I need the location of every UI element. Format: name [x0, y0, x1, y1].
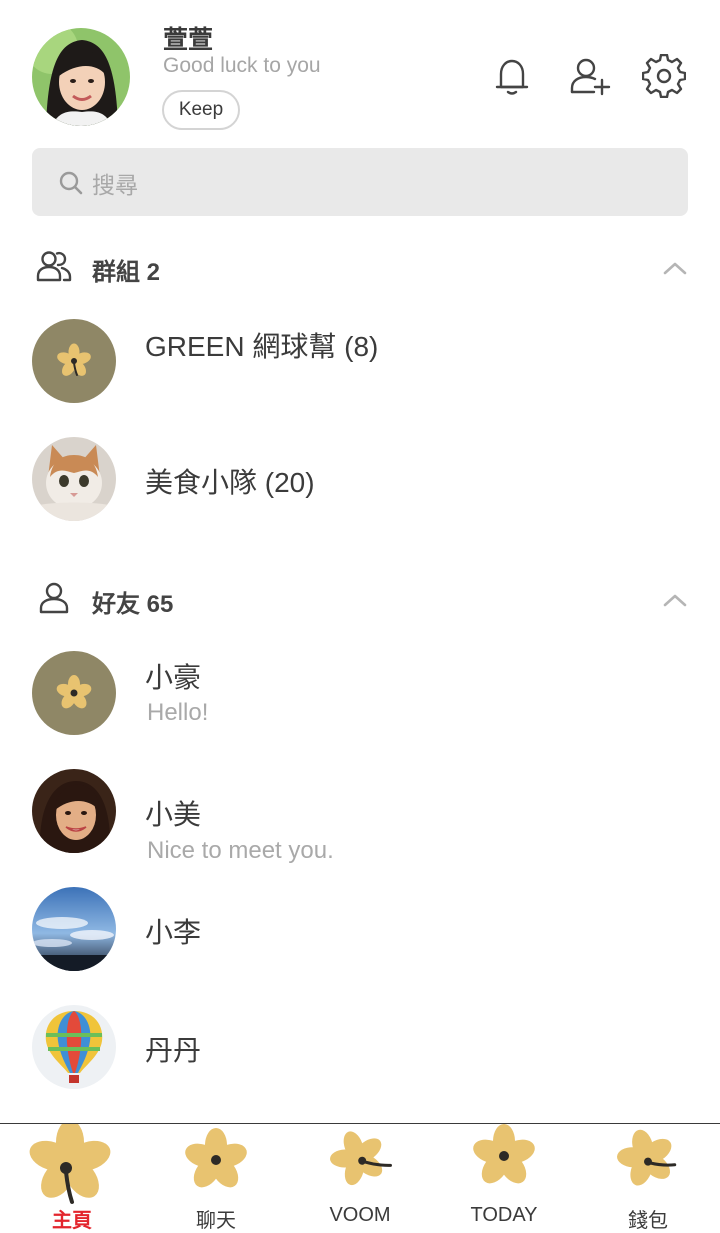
friend-name[interactable]: 小李: [145, 911, 201, 951]
friends-section-title: 好友 65: [92, 591, 174, 618]
friend-name[interactable]: 小美: [145, 793, 201, 833]
nav-label-home: 主頁: [52, 1210, 92, 1232]
friend-avatar-sky[interactable]: [32, 887, 116, 971]
friends-collapse-chevron-icon[interactable]: [662, 592, 688, 608]
nav-tab-home[interactable]: 主頁: [0, 1124, 144, 1232]
search-placeholder[interactable]: 搜尋: [92, 166, 138, 200]
profile-name[interactable]: 萱萱: [163, 20, 213, 56]
flower-chat-icon: [185, 1128, 247, 1188]
keep-button[interactable]: Keep: [162, 90, 240, 130]
friend-name[interactable]: 丹丹: [145, 1029, 201, 1069]
bell-icon[interactable]: [490, 54, 534, 98]
friend-status-message: Nice to meet you.: [147, 837, 334, 864]
friend-avatar-balloon[interactable]: [32, 1005, 116, 1089]
profile-status-message[interactable]: Good luck to you: [163, 54, 321, 78]
nav-label-voom: VOOM: [329, 1204, 391, 1226]
flower-today-icon: [473, 1124, 535, 1184]
gear-icon[interactable]: [641, 53, 687, 99]
flower-home-icon: [29, 1124, 111, 1204]
friend-status-message: Hello!: [147, 699, 209, 726]
nav-tab-chat[interactable]: 聊天: [144, 1124, 288, 1232]
group-avatar-cat[interactable]: [32, 437, 116, 521]
group-name[interactable]: 美食小隊 (20): [145, 461, 315, 501]
flower-wallet-icon: [617, 1129, 677, 1186]
friend-icon: [36, 580, 72, 616]
nav-tab-voom[interactable]: VOOM: [288, 1124, 432, 1232]
groups-section-title: 群組 2: [92, 259, 161, 286]
search-icon: [58, 170, 84, 196]
group-avatar-flower[interactable]: [32, 319, 116, 403]
group-name[interactable]: GREEN 網球幫 (8): [145, 325, 378, 365]
flower-voom-icon: [330, 1131, 392, 1186]
group-icon: [36, 248, 72, 284]
nav-tab-wallet[interactable]: 錢包: [576, 1124, 720, 1232]
nav-label-today: TODAY: [470, 1204, 538, 1226]
profile-avatar[interactable]: [32, 28, 130, 126]
friend-avatar-flower[interactable]: [32, 651, 116, 735]
friend-avatar-woman[interactable]: [32, 769, 116, 853]
groups-collapse-chevron-icon[interactable]: [662, 260, 688, 276]
nav-label-wallet: 錢包: [628, 1210, 668, 1232]
nav-label-chat: 聊天: [196, 1210, 236, 1232]
add-friend-icon[interactable]: [568, 54, 612, 98]
nav-tab-today[interactable]: TODAY: [432, 1124, 576, 1232]
friend-name[interactable]: 小豪: [145, 656, 201, 696]
